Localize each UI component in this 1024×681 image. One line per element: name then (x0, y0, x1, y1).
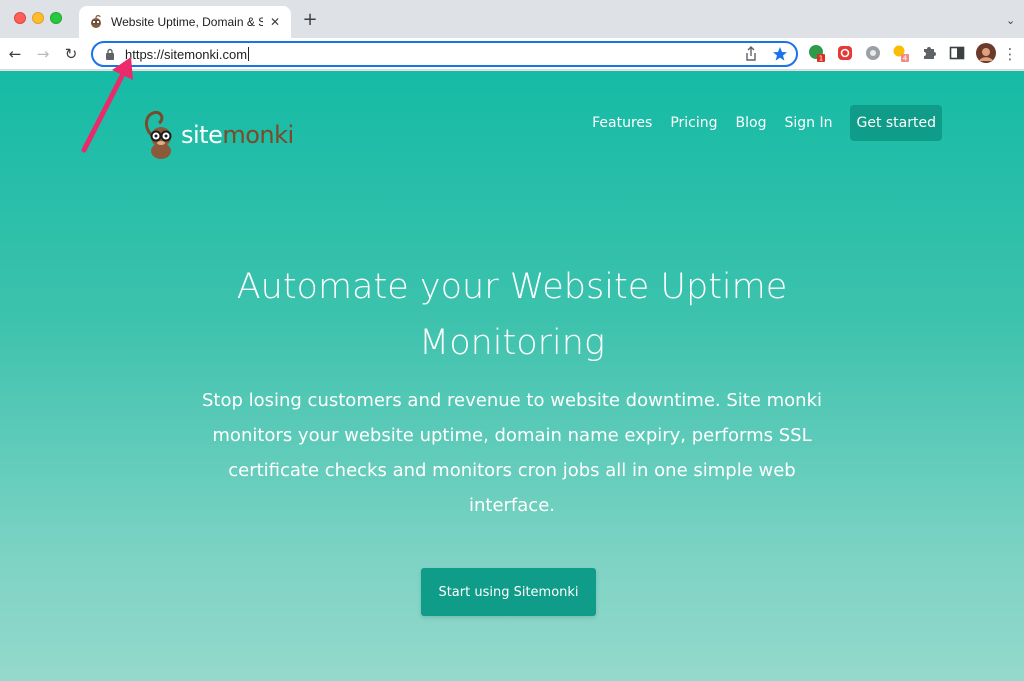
new-tab-button[interactable]: + (300, 10, 320, 30)
logo-wordmark: sitemonki (181, 121, 294, 149)
logo-part-monki: monki (222, 121, 294, 149)
ext-badge-1: 1 (819, 55, 823, 63)
hero-title-line2: Monitoring (419, 323, 605, 363)
site-nav: Features Pricing Blog Sign In Get starte… (574, 105, 942, 141)
tab-strip: Website Uptime, Domain & SSL ✕ + ⌄ (0, 0, 1024, 38)
get-started-button[interactable]: Get started (850, 105, 942, 141)
start-using-button[interactable]: Start using Sitemonki (421, 568, 596, 616)
back-arrow-icon[interactable]: ← (5, 44, 25, 64)
text-caret (248, 47, 250, 61)
browser-tab[interactable]: Website Uptime, Domain & SSL ✕ (79, 6, 291, 38)
ext-red-icon[interactable] (836, 44, 854, 62)
browser-toolbar: ← → ↻ https://sitemonki.com 1 4 ⋮ (0, 38, 1024, 70)
sidebar-icon[interactable] (948, 44, 966, 62)
logo-part-site: site (181, 121, 223, 149)
monkey-logo-icon (145, 110, 172, 159)
ext-gray-gear-icon[interactable] (864, 44, 882, 62)
share-icon[interactable] (744, 46, 758, 62)
tab-title: Website Uptime, Domain & SSL (111, 15, 263, 29)
reload-icon[interactable]: ↻ (61, 44, 81, 64)
tab-search-chevron-icon[interactable]: ⌄ (1006, 14, 1015, 27)
address-bar[interactable]: https://sitemonki.com (91, 41, 798, 67)
url-text[interactable]: https://sitemonki.com (125, 47, 247, 62)
puzzle-icon[interactable] (920, 44, 938, 62)
minimize-window-button[interactable] (32, 12, 44, 24)
sitemonki-logo[interactable]: sitemonki (141, 107, 301, 161)
nav-blog[interactable]: Blog (736, 115, 767, 131)
page-viewport: sitemonki Features Pricing Blog Sign In … (0, 71, 1024, 681)
close-window-button[interactable] (14, 12, 26, 24)
ext-bulb-icon[interactable]: 4 (892, 44, 910, 62)
maximize-window-button[interactable] (50, 12, 62, 24)
browser-menu-icon[interactable]: ⋮ (1000, 44, 1020, 64)
hero-title-line1: Automate your Website Uptime (236, 267, 788, 307)
nav-signin[interactable]: Sign In (784, 115, 832, 131)
ext-badge-4: 4 (903, 55, 908, 63)
hero-subtitle: Stop losing customers and revenue to web… (201, 390, 823, 516)
tab-close-icon[interactable]: ✕ (267, 15, 283, 29)
monkey-favicon-icon (91, 15, 101, 28)
nav-pricing[interactable]: Pricing (670, 115, 717, 131)
forward-arrow-icon[interactable]: → (33, 44, 53, 64)
hero-title: Automate your Website Uptime Monitoring (0, 259, 1024, 371)
bookmark-star-icon[interactable] (772, 46, 788, 62)
nav-features[interactable]: Features (592, 115, 652, 131)
lock-icon (106, 48, 114, 60)
ext-green-icon[interactable]: 1 (808, 44, 826, 62)
avatar[interactable] (976, 43, 996, 63)
